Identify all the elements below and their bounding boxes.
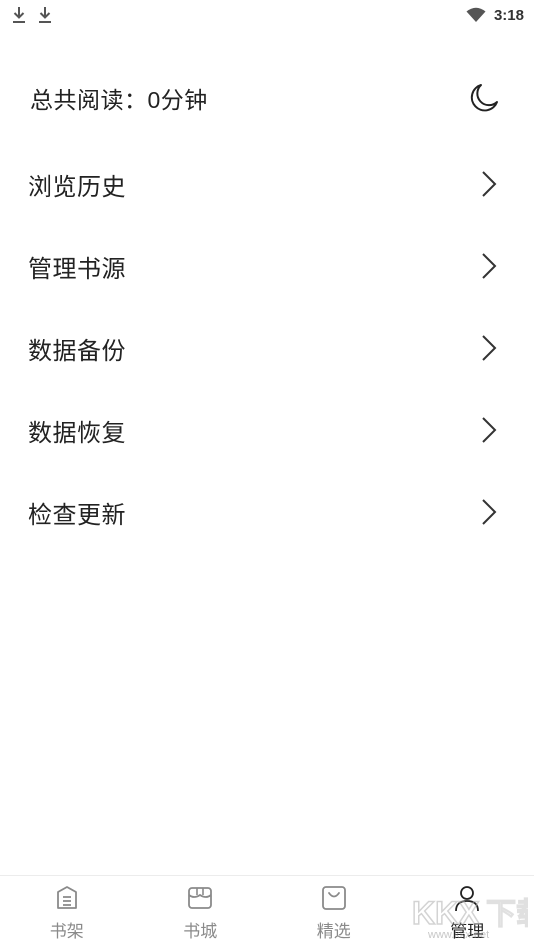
status-bar: 3:18	[0, 0, 534, 30]
menu-item-label: 数据恢复	[28, 418, 126, 447]
user-icon	[455, 886, 480, 912]
nav-label: 书架	[49, 922, 84, 942]
status-right: 3:18	[466, 7, 524, 24]
bookshelf-icon	[56, 886, 77, 909]
chevron-right-icon	[482, 417, 497, 443]
status-time: 3:18	[493, 6, 524, 24]
bottom-nav: 书架 书城 精选 管理	[0, 875, 534, 949]
nav-item-bookshelf[interactable]: 书架	[0, 876, 134, 949]
manage-menu: 浏览历史 管理书源 数据备份 数据恢复 检查更新	[0, 143, 534, 553]
menu-item-backup[interactable]: 数据备份	[0, 307, 534, 389]
reading-total-value: 0分钟	[147, 87, 208, 113]
menu-item-label: 管理书源	[28, 254, 126, 283]
manage-screen: 3:18 总共阅读：0分钟 浏览历史 管理书源 数据备份 数据恢复 检查更新 书…	[0, 0, 534, 949]
chevron-right-icon	[482, 499, 497, 525]
chevron-right-icon	[482, 171, 497, 197]
nav-item-bookstore[interactable]: 书城	[134, 876, 268, 949]
menu-item-history[interactable]: 浏览历史	[0, 143, 534, 225]
reading-summary-row: 总共阅读：0分钟	[30, 68, 500, 128]
menu-item-check-update[interactable]: 检查更新	[0, 471, 534, 553]
nav-item-manage[interactable]: 管理	[401, 876, 534, 949]
menu-item-label: 检查更新	[28, 500, 126, 529]
chevron-right-icon	[482, 335, 497, 361]
download-icon	[39, 7, 51, 23]
bag-icon	[321, 886, 346, 910]
reading-total: 总共阅读：0分钟	[30, 81, 208, 115]
nav-label: 书城	[183, 922, 218, 942]
nav-label: 管理	[450, 922, 485, 942]
chevron-right-icon	[482, 253, 497, 279]
wifi-icon	[466, 7, 486, 22]
status-left	[12, 6, 52, 24]
nav-item-featured[interactable]: 精选	[267, 876, 401, 949]
menu-item-label: 浏览历史	[28, 172, 126, 201]
reading-total-label: 总共阅读：	[30, 88, 148, 114]
menu-item-restore[interactable]: 数据恢复	[0, 389, 534, 471]
nav-label: 精选	[316, 922, 351, 942]
menu-item-book-sources[interactable]: 管理书源	[0, 225, 534, 307]
download-icon	[13, 7, 25, 23]
store-icon	[188, 887, 213, 909]
menu-item-label: 数据备份	[28, 336, 126, 365]
moon-icon[interactable]	[468, 82, 500, 114]
